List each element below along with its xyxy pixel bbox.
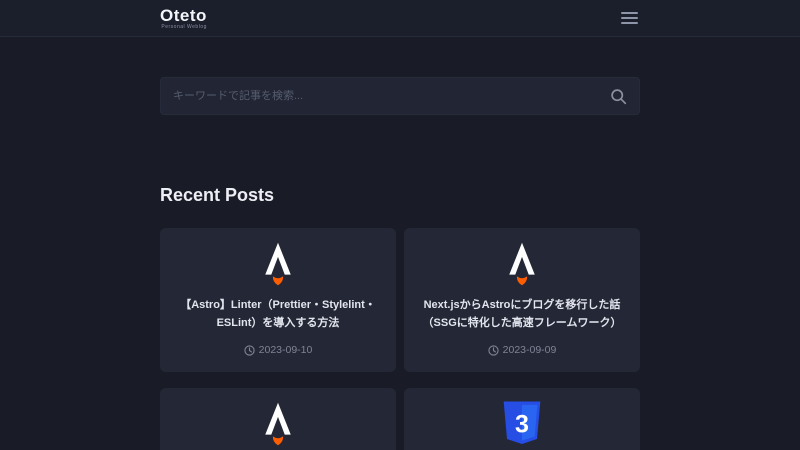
menu-button[interactable] [619,8,640,28]
css3-logo-icon: 3 [502,402,542,446]
site-logo[interactable]: Oteto Personal Weblog [160,7,207,30]
site-header: Oteto Personal Weblog [0,0,800,37]
post-card[interactable]: 【Astro】Partytownを使ってGoogle Analyticsを導入す… [160,388,396,450]
site-logo-tagline: Personal Weblog [160,25,207,30]
astro-logo-icon [261,402,295,446]
svg-text:3: 3 [515,411,529,439]
site-logo-text: Oteto [160,7,207,24]
search-icon [610,88,627,105]
post-title: 【Astro】Linter（Prettier・Stylelint・ESLint）… [176,296,380,332]
astro-logo-icon [505,242,539,286]
post-title: Next.jsからAstroにブログを移行した話（SSGに特化した高速フレームワ… [420,296,624,332]
astro-logo-icon [261,242,295,286]
post-date-text: 2023-09-10 [259,344,313,356]
post-date-text: 2023-09-09 [503,344,557,356]
clock-icon [488,345,499,356]
post-date: 2023-09-10 [244,344,313,356]
post-date: 2023-09-09 [488,344,557,356]
post-card[interactable]: 3 【CSSのみ】imgの画像をトリミングする方法 [404,388,640,450]
hamburger-icon [621,12,638,24]
search-bar [160,77,640,115]
main-content: Recent Posts 【Astro】Linter（Prettier・Styl… [160,77,640,450]
search-button[interactable] [610,88,627,105]
posts-grid: 【Astro】Linter（Prettier・Stylelint・ESLint）… [160,228,640,450]
search-input[interactable] [173,90,610,102]
recent-posts-heading: Recent Posts [160,185,640,206]
post-card[interactable]: 【Astro】Linter（Prettier・Stylelint・ESLint）… [160,228,396,372]
clock-icon [244,345,255,356]
post-card[interactable]: Next.jsからAstroにブログを移行した話（SSGに特化した高速フレームワ… [404,228,640,372]
